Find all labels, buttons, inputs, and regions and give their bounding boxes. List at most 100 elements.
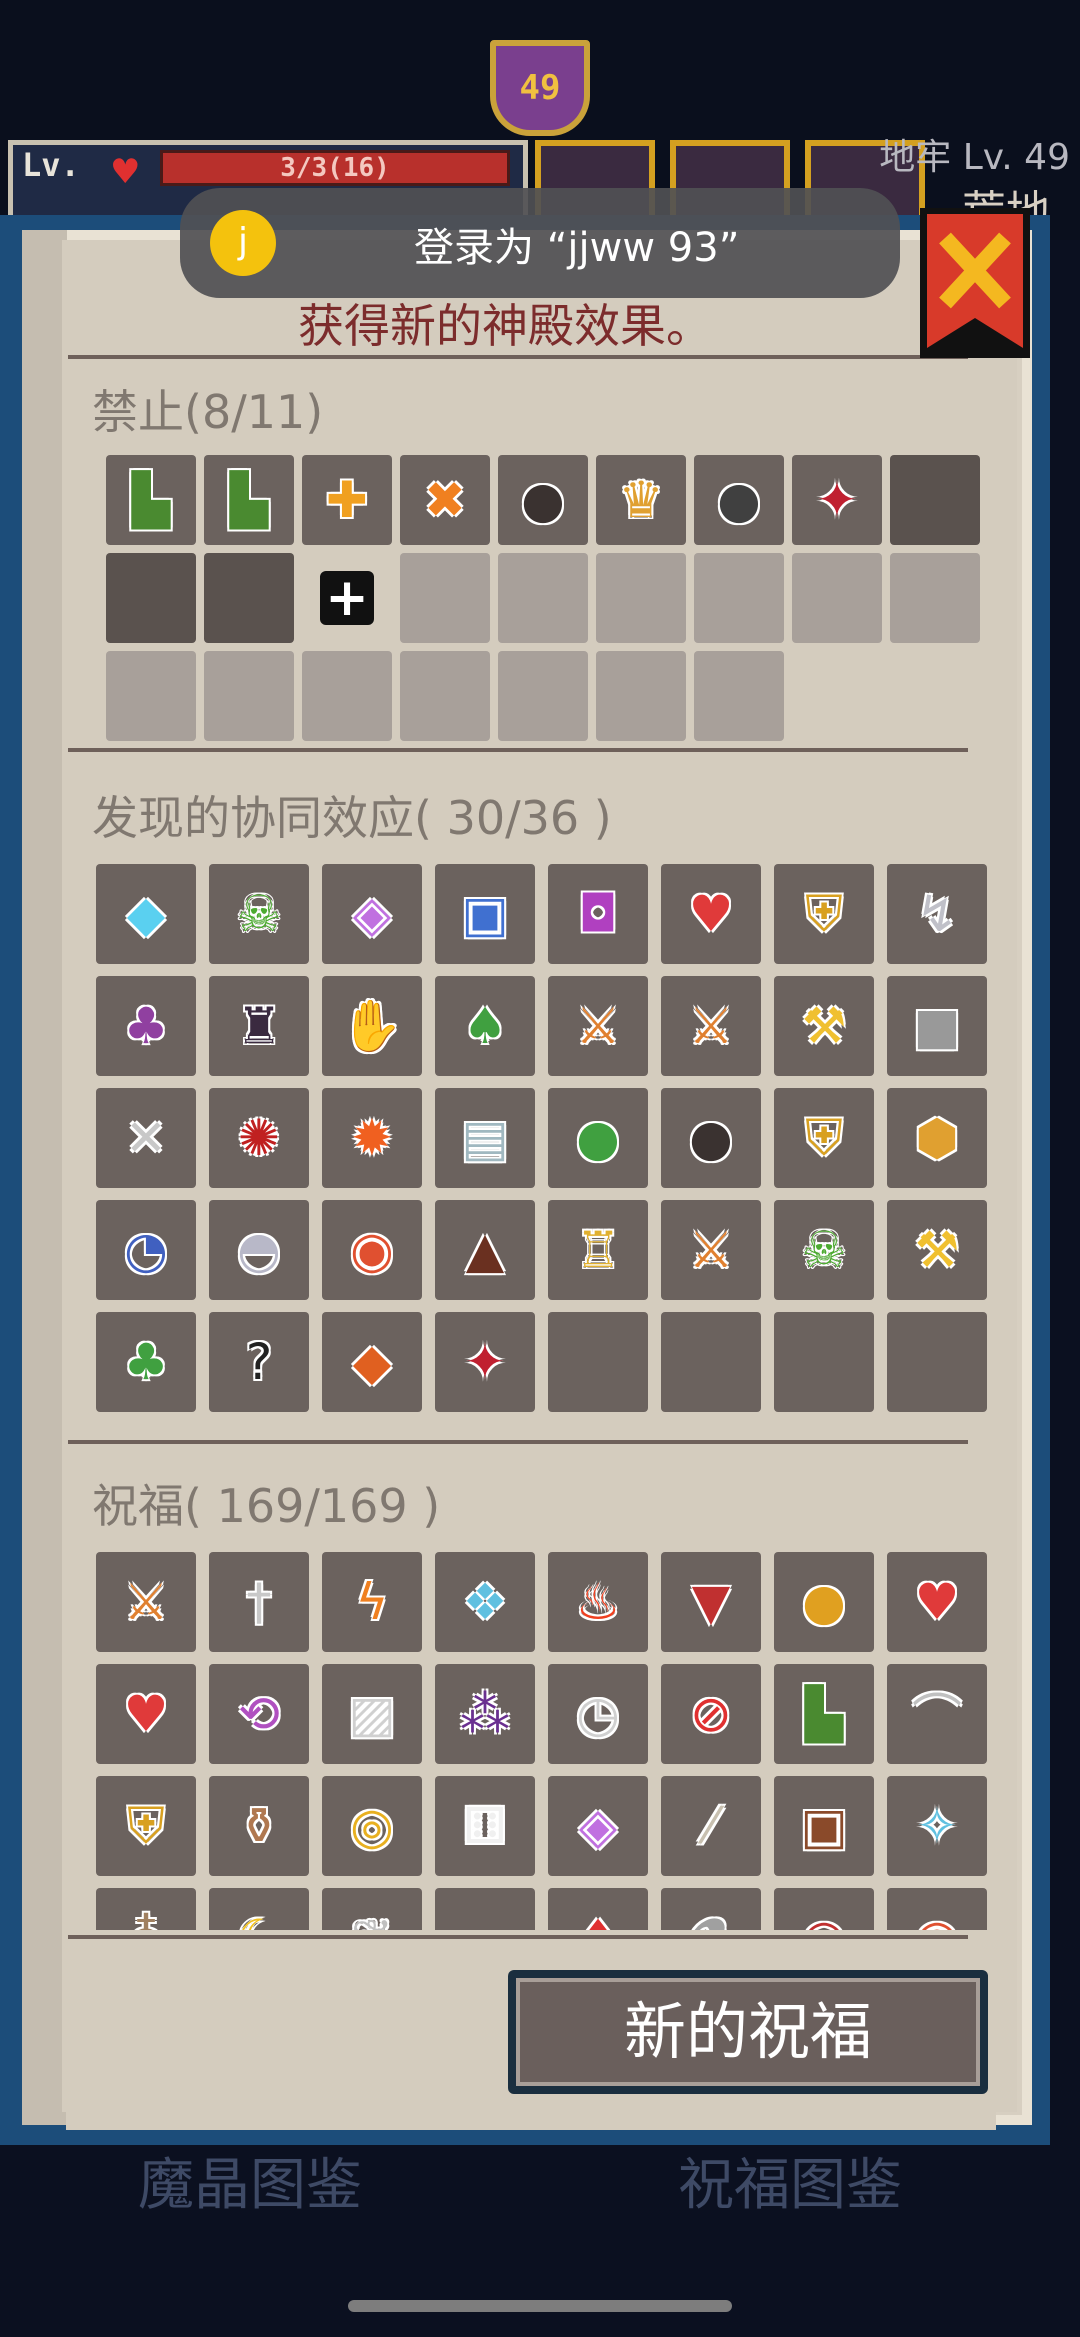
blessing-slot[interactable]: ▙ <box>774 1664 874 1764</box>
home-indicator[interactable] <box>348 2300 732 2312</box>
banned-slot[interactable]: ▙ <box>106 455 196 545</box>
bookmark-close-icon[interactable] <box>905 208 1045 358</box>
scythe-icon: ↯ <box>916 885 958 943</box>
blessing-slot[interactable]: ⌒ <box>887 1664 987 1764</box>
blessing-slot[interactable]: ⚱ <box>209 1776 309 1876</box>
synergy-slot[interactable]: ⬢ <box>887 1088 987 1188</box>
empty-banned-slot <box>694 553 784 643</box>
synergy-slot[interactable]: ■ <box>887 976 987 1076</box>
unlocked-empty-slot <box>106 553 196 643</box>
blessing-slot[interactable]: ◈ <box>548 1776 648 1876</box>
blessing-slot[interactable]: ⛨ <box>96 1776 196 1876</box>
honeycomb-icon: ⬢ <box>915 1109 959 1167</box>
blessing-slot[interactable]: † <box>209 1552 309 1652</box>
banned-slot[interactable]: ● <box>498 455 588 545</box>
banned-slot[interactable]: ♛ <box>596 455 686 545</box>
blessing-slot[interactable]: ⟲ <box>209 1664 309 1764</box>
synergy-slot[interactable]: ✕ <box>96 1088 196 1188</box>
blessing-slot[interactable]: ▣ <box>774 1776 874 1876</box>
tab-crystal-codex[interactable]: 魔晶图鉴 <box>138 2140 362 2221</box>
blessing-slot[interactable]: ⚅ <box>435 1776 535 1876</box>
synergy-slot[interactable]: ◆ <box>96 864 196 964</box>
blessing-slot[interactable]: ▨ <box>322 1664 422 1764</box>
empty-banned-slot <box>694 651 784 741</box>
banned-title: 禁止(8/11) <box>92 385 324 439</box>
blessing-slot[interactable]: ⚔ <box>96 1552 196 1652</box>
new-blessing-button[interactable]: 新的祝福 <box>508 1970 988 2094</box>
tab-blessing-codex[interactable]: 祝福图鉴 <box>678 2140 902 2221</box>
blessing-slot[interactable]: ● <box>774 1552 874 1652</box>
synergy-slot[interactable]: ♣ <box>96 976 196 1076</box>
synergy-slot[interactable]: ◉ <box>322 1200 422 1300</box>
sun-star-icon: ✦ <box>464 1333 506 1391</box>
blessings-title: 祝福( 169/169 ) <box>92 1479 441 1533</box>
synergy-slot[interactable]: ⚒ <box>774 976 874 1076</box>
synergy-slot[interactable]: ◔ <box>96 1200 196 1300</box>
synergy-slot[interactable]: ◘ <box>548 864 648 964</box>
green-boot-icon: ▙ <box>131 471 171 529</box>
blessing-slot[interactable]: ⊘ <box>661 1664 761 1764</box>
no-arrow-icon: ⊘ <box>690 1685 732 1743</box>
synergy-slot[interactable]: ● <box>548 1088 648 1188</box>
purple-cube-icon: ◘ <box>578 885 618 943</box>
synergy-slot[interactable]: ? <box>209 1312 309 1412</box>
synergy-slot[interactable]: ◆ <box>322 1312 422 1412</box>
empty-banned-slot <box>596 553 686 643</box>
blessing-slot[interactable]: ◎ <box>322 1776 422 1876</box>
blessing-slot[interactable]: ⁄ <box>661 1776 761 1876</box>
synergy-slot[interactable]: ⛨ <box>774 864 874 964</box>
x-mark-icon: ✖ <box>424 471 466 529</box>
synergy-slot[interactable]: ✺ <box>209 1088 309 1188</box>
banned-slot[interactable]: ✦ <box>792 455 882 545</box>
page-edge <box>22 230 67 2125</box>
empty-banned-slot <box>498 651 588 741</box>
palm-island-icon: ♠ <box>462 997 508 1055</box>
blessing-slot[interactable]: ◷ <box>548 1664 648 1764</box>
synergy-slot[interactable]: ♥ <box>661 864 761 964</box>
synergy-slot[interactable]: ● <box>661 1088 761 1188</box>
banned-slot[interactable]: ✖ <box>400 455 490 545</box>
scroll-icon: ▤ <box>461 1109 509 1167</box>
synergy-slot[interactable]: ♖ <box>548 1200 648 1300</box>
synergy-slot[interactable]: ✹ <box>322 1088 422 1188</box>
synergy-slot[interactable]: ↯ <box>887 864 987 964</box>
toast-text: 登录为 “jjww 93” <box>414 225 740 271</box>
synergy-slot[interactable]: ◓ <box>209 1200 309 1300</box>
synergy-slot[interactable]: ✋ <box>322 976 422 1076</box>
synergy-slot[interactable]: ▤ <box>435 1088 535 1188</box>
synergy-slot[interactable]: ☠ <box>774 1200 874 1300</box>
synergy-slot[interactable]: ◈ <box>322 864 422 964</box>
synergy-slot[interactable]: ☠ <box>209 864 309 964</box>
synergy-slot[interactable]: ⚒ <box>887 1200 987 1300</box>
synergy-slot[interactable]: ▲ <box>435 1200 535 1300</box>
grape-icon: ⁂ <box>460 1685 510 1743</box>
blessing-slot[interactable]: ⁂ <box>435 1664 535 1764</box>
fire-crest-icon: ♛ <box>618 471 664 529</box>
synergy-slot[interactable]: ⚔ <box>548 976 648 1076</box>
banned-slot[interactable]: ▙ <box>204 455 294 545</box>
potion-bag-icon: ⚱ <box>238 1797 280 1855</box>
synergy-slot[interactable]: ⚔ <box>661 976 761 1076</box>
blessing-slot[interactable]: ♥ <box>96 1664 196 1764</box>
empty-banned-slot <box>792 553 882 643</box>
blessing-slot[interactable]: ▼ <box>661 1552 761 1652</box>
divider <box>68 1440 968 1444</box>
banned-slot[interactable]: ● <box>694 455 784 545</box>
synergy-slot[interactable]: ♣ <box>96 1312 196 1412</box>
blessing-slot[interactable]: ✧ <box>887 1776 987 1876</box>
add-banned-button[interactable]: + <box>302 553 392 643</box>
synergy-slot[interactable]: ⚔ <box>661 1200 761 1300</box>
synergy-slot[interactable]: ▣ <box>435 864 535 964</box>
dice-icon: ⚅ <box>463 1797 507 1855</box>
red-vortex-icon: ✺ <box>238 1109 280 1167</box>
blessing-slot[interactable]: ❖ <box>435 1552 535 1652</box>
blessing-slot[interactable]: ♥ <box>887 1552 987 1652</box>
blessing-slot[interactable]: ♨ <box>548 1552 648 1652</box>
banned-slot[interactable]: ✚ <box>302 455 392 545</box>
synergy-slot[interactable]: ♠ <box>435 976 535 1076</box>
synergy-slot[interactable]: ✦ <box>435 1312 535 1412</box>
blessing-slot[interactable]: ϟ <box>322 1552 422 1652</box>
synergy-slot[interactable]: ⛨ <box>774 1088 874 1188</box>
synergy-slot[interactable]: ♜ <box>209 976 309 1076</box>
dark-orb-icon: ● <box>689 1109 733 1167</box>
